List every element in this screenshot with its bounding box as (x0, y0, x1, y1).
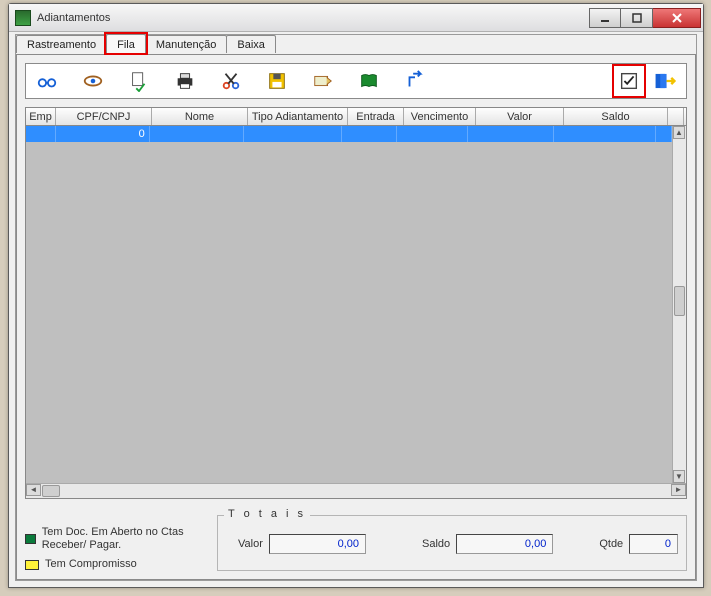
legend-swatch-green (25, 534, 36, 544)
table-cell (468, 126, 554, 142)
scroll-up-icon[interactable]: ▲ (673, 126, 685, 139)
grid-header[interactable]: EmpCPF/CNPJNomeTipo AdiantamentoEntradaV… (26, 108, 686, 126)
tab-page: EmpCPF/CNPJNomeTipo AdiantamentoEntradaV… (16, 54, 696, 580)
tab-manutencao[interactable]: Manutenção (145, 35, 228, 53)
exit-icon[interactable] (652, 68, 678, 94)
minimize-button[interactable] (589, 8, 621, 28)
doc-check-icon[interactable] (126, 68, 152, 94)
glasses-icon[interactable] (34, 68, 60, 94)
column-header[interactable]: Nome (152, 108, 248, 125)
tab-rastreamento[interactable]: Rastreamento (16, 35, 107, 53)
column-header[interactable]: Vencimento (404, 108, 476, 125)
legend-text-2: Tem Compromisso (45, 558, 137, 571)
maximize-button[interactable] (621, 8, 653, 28)
table-cell (244, 126, 342, 142)
column-header[interactable]: Tipo Adiantamento (248, 108, 348, 125)
data-grid[interactable]: EmpCPF/CNPJNomeTipo AdiantamentoEntradaV… (25, 107, 687, 499)
vertical-scrollbar[interactable]: ▲ ▼ (672, 126, 686, 483)
table-cell (397, 126, 468, 142)
floppy-icon[interactable] (264, 68, 290, 94)
book-icon[interactable] (356, 68, 382, 94)
totals-valor-value: 0,00 (269, 534, 366, 554)
legend: Tem Doc. Em Aberto no Ctas Receber/ Paga… (25, 526, 205, 571)
grid-body[interactable]: 0 (26, 126, 672, 483)
table-cell (554, 126, 656, 142)
checkbox-icon[interactable] (616, 68, 642, 94)
totals-frame: T o t a i s Valor 0,00 Saldo 0,00 Qtde 0 (217, 515, 687, 571)
scroll-thumb[interactable] (674, 286, 685, 316)
table-cell (150, 126, 244, 142)
tabstrip: Rastreamento Fila Manutenção Baixa (16, 34, 696, 54)
column-header[interactable] (668, 108, 684, 125)
legend-swatch-yellow (25, 560, 39, 570)
totals-qtde-label: Qtde (599, 538, 623, 550)
table-cell (26, 126, 56, 142)
totals-caption: T o t a i s (224, 508, 310, 520)
scroll-left-icon[interactable]: ◄ (26, 484, 41, 496)
table-cell (656, 126, 672, 142)
table-cell (342, 126, 397, 142)
column-header[interactable]: Saldo (564, 108, 668, 125)
window-title: Adiantamentos (37, 12, 589, 24)
horizontal-scrollbar[interactable]: ◄ ► (26, 483, 686, 498)
eye-icon[interactable] (80, 68, 106, 94)
toolbar (25, 63, 687, 99)
table-cell: 0 (56, 126, 150, 142)
app-window: Adiantamentos Rastreamento Fila Manutenç… (8, 3, 704, 588)
printer-icon[interactable] (172, 68, 198, 94)
card-icon[interactable] (310, 68, 336, 94)
app-icon (15, 10, 31, 26)
export-icon[interactable] (402, 68, 428, 94)
column-header[interactable]: CPF/CNPJ (56, 108, 152, 125)
tab-baixa[interactable]: Baixa (226, 35, 276, 53)
legend-text-1: Tem Doc. Em Aberto no Ctas Receber/ Paga… (42, 526, 205, 552)
scroll-down-icon[interactable]: ▼ (673, 470, 685, 483)
titlebar[interactable]: Adiantamentos (9, 4, 703, 32)
table-row[interactable]: 0 (26, 126, 672, 142)
scissors-icon[interactable] (218, 68, 244, 94)
close-button[interactable] (653, 8, 701, 28)
column-header[interactable]: Valor (476, 108, 564, 125)
client-area: Rastreamento Fila Manutenção Baixa (15, 34, 697, 581)
totals-saldo-value: 0,00 (456, 534, 553, 554)
scroll-thumb-h[interactable] (42, 485, 60, 497)
column-header[interactable]: Entrada (348, 108, 404, 125)
totals-qtde-value: 0 (629, 534, 678, 554)
column-header[interactable]: Emp (26, 108, 56, 125)
totals-valor-label: Valor (238, 538, 263, 550)
tab-fila[interactable]: Fila (106, 34, 146, 54)
totals-saldo-label: Saldo (422, 538, 450, 550)
scroll-right-icon[interactable]: ► (671, 484, 686, 496)
